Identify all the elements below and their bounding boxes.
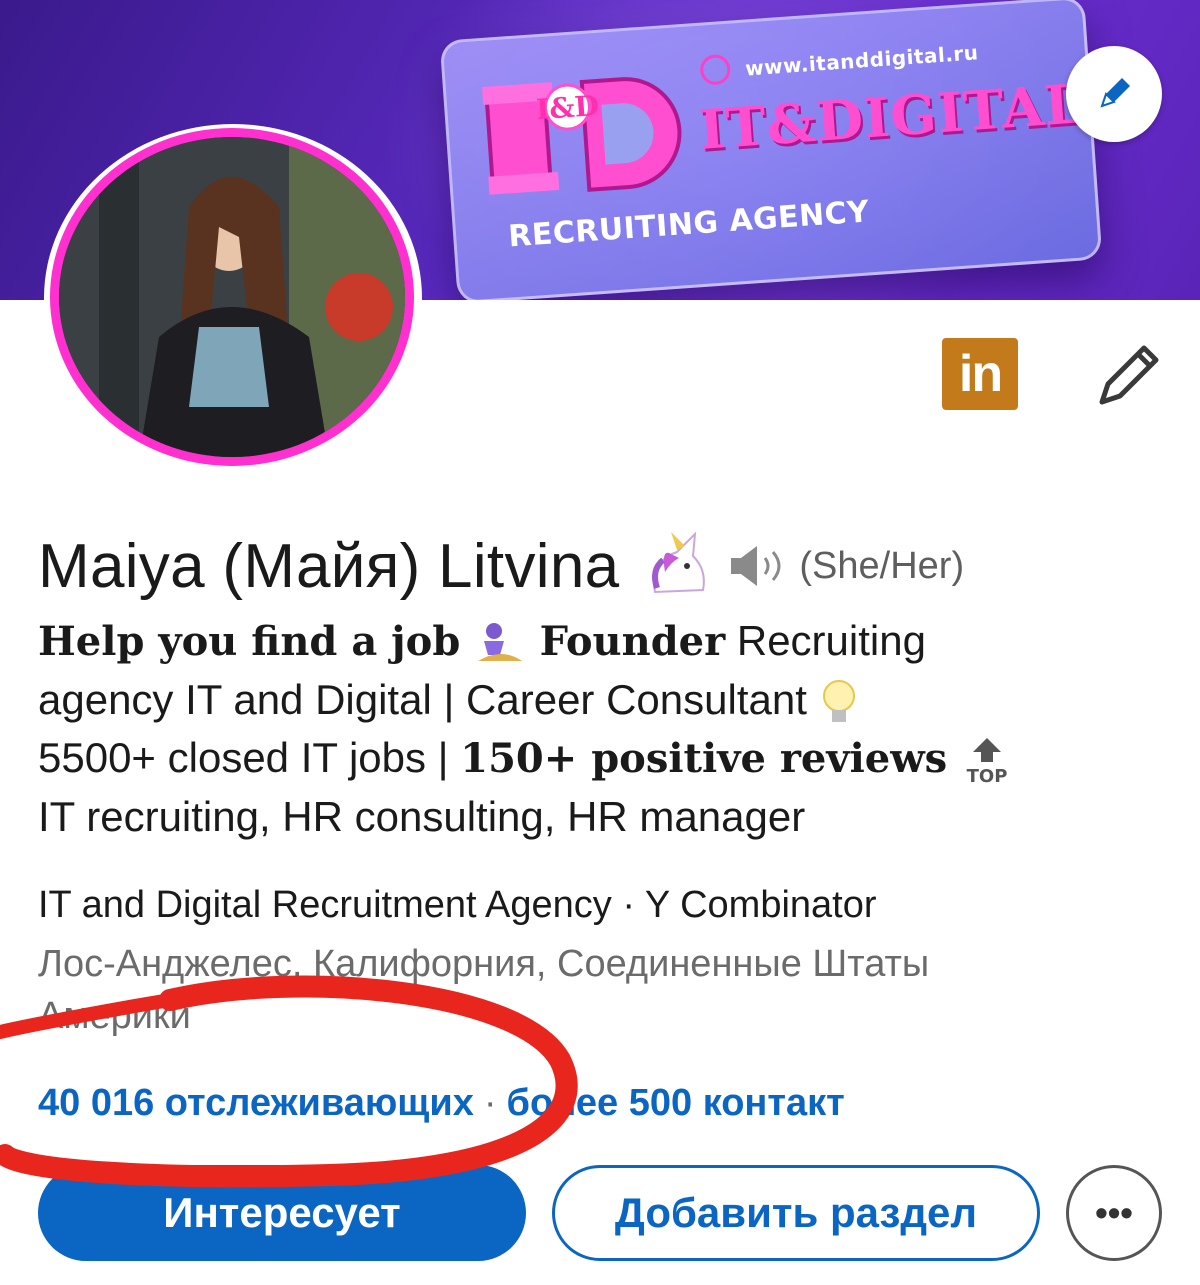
headline-text-4: IT recruiting, HR consulting, HR manager <box>38 793 806 840</box>
followers-link[interactable]: 40 016 отслеживающих <box>38 1082 474 1124</box>
speaker-icon[interactable] <box>727 544 791 588</box>
pencil-icon <box>1100 78 1130 108</box>
genie-icon <box>477 622 522 661</box>
linkedin-icon[interactable]: in <box>942 338 1018 410</box>
headline-bold-2: Founder <box>539 618 726 665</box>
id-logo-icon: I&D <box>481 77 682 195</box>
top-arrow-icon: TOP <box>966 737 1007 786</box>
stats-separator: · <box>483 1082 497 1124</box>
pronouns: (She/Her) <box>799 544 965 587</box>
headline-text-2: agency IT and Digital | Career Consultan… <box>38 676 807 723</box>
more-actions-button[interactable]: ••• <box>1066 1165 1162 1261</box>
headline-bold-3: 150+ positive reviews <box>460 735 948 782</box>
globe-icon <box>699 53 732 86</box>
banner-subtitle: RECRUITING AGENCY <box>507 194 871 255</box>
open-to-button[interactable]: Интересует <box>38 1165 526 1261</box>
top-label: TOP <box>966 766 1007 786</box>
logo-ampersand: I&D <box>535 89 600 126</box>
headline-text-1: Recruiting <box>725 617 926 664</box>
headline-text-3: 5500+ closed IT jobs | <box>38 734 461 781</box>
banner-url: www.itanddigital.ru <box>744 40 980 81</box>
lightbulb-icon <box>822 679 855 722</box>
banner-brand: IT&DIGITAL <box>697 71 1086 162</box>
edit-intro-pencil-icon[interactable] <box>1092 340 1162 410</box>
avatar[interactable] <box>50 128 414 466</box>
add-section-button[interactable]: Добавить раздел <box>552 1165 1040 1261</box>
network-stats: 40 016 отслеживающих · более 500 контакт <box>38 1082 845 1125</box>
unicorn-icon <box>652 531 706 594</box>
profile-name: Maiya (Майя) Litvina <box>38 531 620 601</box>
current-company[interactable]: IT and Digital Recruitment Agency · Y Co… <box>38 884 877 927</box>
name-row: Maiya (Майя) Litvina (She/Her) <box>38 530 964 602</box>
profile-photo <box>59 137 405 457</box>
location: Лос-Анджелес, Калифорния, Соединенные Шт… <box>38 943 930 1037</box>
edit-cover-button[interactable] <box>1066 46 1162 142</box>
banner-logo-card: I&D www.itanddigital.ru IT&DIGITAL RECRU… <box>439 0 1103 300</box>
profile-headline: Help you find a job Founder Recruiting a… <box>38 612 1168 846</box>
connections-link[interactable]: более 500 контакт <box>507 1082 845 1124</box>
headline-bold-1: Help you find a job <box>38 618 461 665</box>
